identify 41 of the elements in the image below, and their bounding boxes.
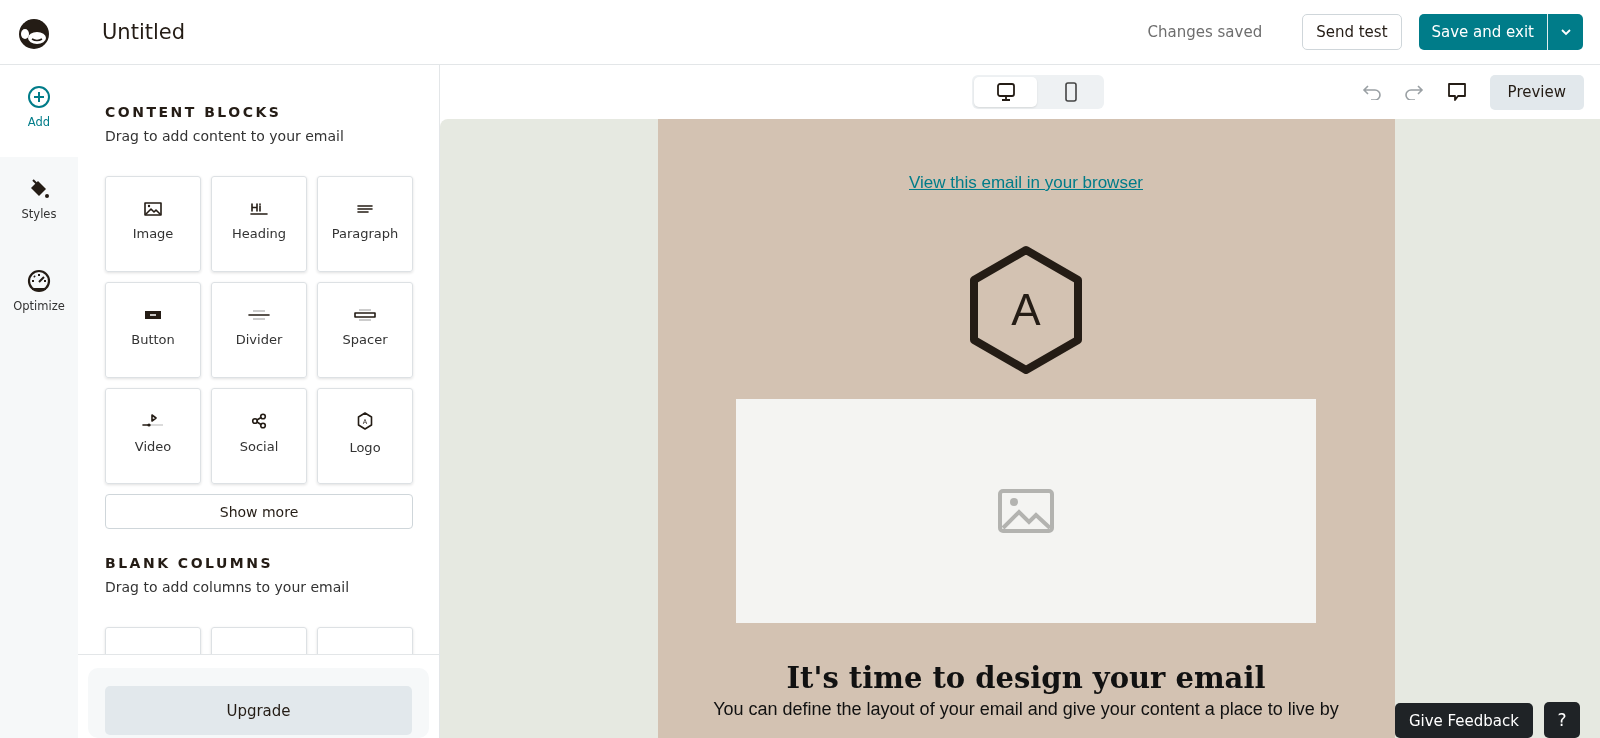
redo-icon[interactable] [1403,84,1424,100]
mobile-icon [1063,82,1078,102]
section-title: BLANK COLUMNS [105,555,275,571]
save-button[interactable]: Save and exit [1418,14,1547,50]
caret-icon [1559,28,1572,36]
image-icon [144,201,162,216]
content-block-tile[interactable]: Spacer [317,282,413,378]
content-block-tile[interactable]: Video [105,388,201,484]
section-subtitle: Drag to add columns to your email [105,579,351,595]
video-icon [142,412,164,429]
plus-circle-icon [27,85,51,109]
content-block-tile[interactable]: Heading [211,176,307,272]
send-test-button[interactable]: Send test [1302,14,1402,50]
divider-icon [248,307,270,322]
show-more-button[interactable]: Show more [105,494,413,529]
content-block-tile[interactable]: Image [105,176,201,272]
content-block-tile[interactable]: Paragraph [317,176,413,272]
share-icon [251,412,267,429]
preview-button[interactable]: Preview [1489,74,1584,110]
comment-icon[interactable] [1445,81,1468,103]
section-title: CONTENT BLOCKS [105,104,283,120]
section-subtitle: Drag to add content to your email [105,128,345,144]
dropdown-button[interactable] [1547,14,1583,50]
image-icon [997,488,1055,534]
email-heading: It's time to design your email [786,661,1266,695]
content-block-tile[interactable]: Button [105,282,201,378]
spacer-icon [354,307,376,322]
content-block-tile[interactable]: Social [211,388,307,484]
feedback-button[interactable]: Give Feedback [1394,703,1533,738]
hexagon-logo: A [968,245,1084,375]
document-title: Untitled [102,20,187,44]
heading-icon [250,201,268,216]
view-toggle[interactable] [974,77,1037,107]
content-block-tile[interactable]: Divider [211,282,307,378]
help-button[interactable]: ? [1544,702,1580,738]
undo-icon[interactable] [1361,84,1382,100]
save-status: Changes saved [1147,23,1263,41]
email-body-text: You can define the layout of your email and give your content a place to live by [713,699,1339,720]
gauge-icon [26,269,52,293]
upgrade-button[interactable]: Upgrade [105,686,412,735]
desktop-icon [995,82,1016,102]
